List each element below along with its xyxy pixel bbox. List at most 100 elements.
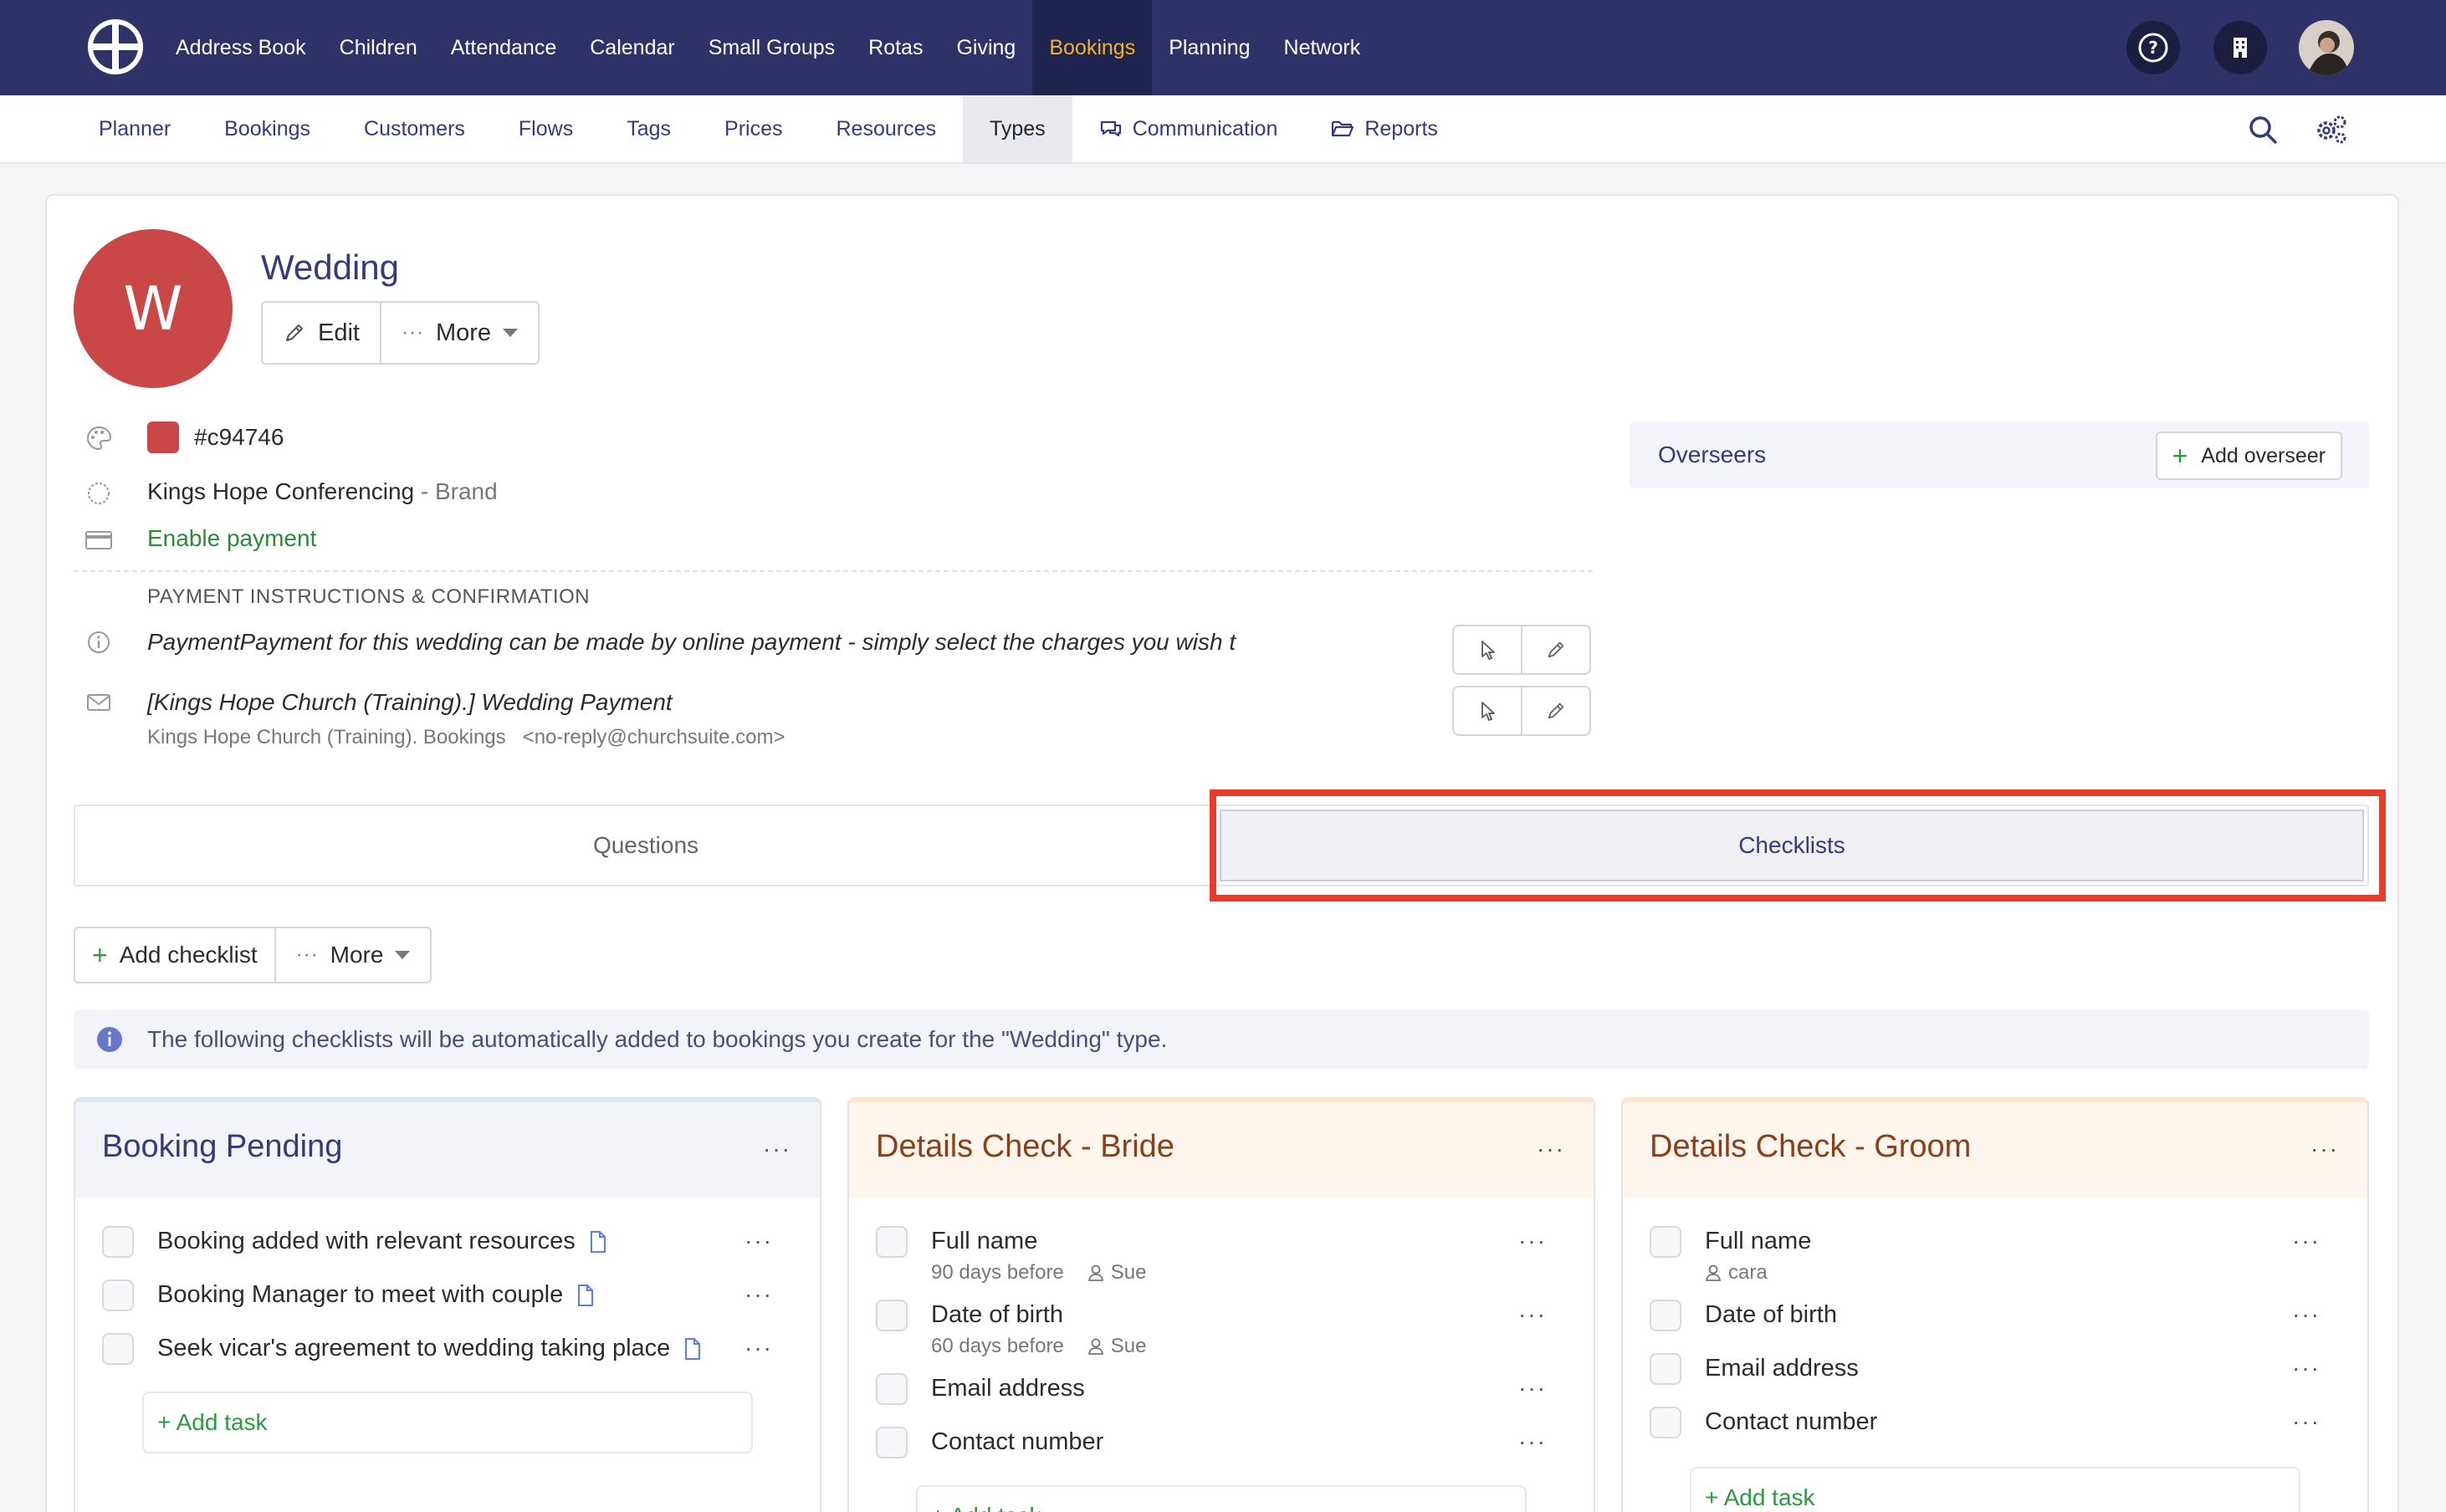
subnav-tags[interactable]: Tags <box>600 95 698 162</box>
pencil-icon <box>1548 641 1564 658</box>
enable-payment-link[interactable]: Enable payment <box>147 525 316 552</box>
palette-icon <box>87 426 112 451</box>
task-label: Email address <box>1705 1355 1859 1382</box>
info-alert: The following checklists will be automat… <box>74 1010 2369 1069</box>
preview-email-button[interactable] <box>1454 687 1521 734</box>
subnav-reports[interactable]: Reports <box>1304 95 1465 162</box>
nav-planning[interactable]: Planning <box>1152 0 1266 95</box>
task-label-row: Seek vicar's agreement to wedding taking… <box>157 1335 702 1362</box>
subnav-bookings[interactable]: Bookings <box>197 95 337 162</box>
task-menu-button[interactable]: ··· <box>1518 1301 1547 1328</box>
task-checkbox[interactable] <box>1650 1226 1681 1258</box>
add-task-button[interactable]: + Add task <box>916 1485 1527 1512</box>
task-assignee: Sue <box>1087 1261 1146 1285</box>
user-avatar[interactable] <box>2299 20 2354 75</box>
checklist-menu-button[interactable]: ··· <box>763 1136 791 1162</box>
task-meta: 90 days before Sue <box>931 1261 1146 1285</box>
preview-instructions-button[interactable] <box>1454 626 1521 673</box>
subnav-items: Planner Bookings Customers Flows Tags Pr… <box>72 95 1465 162</box>
email-actions <box>1452 686 1591 736</box>
task-label-row: Booking Manager to meet with couple <box>157 1281 595 1309</box>
more-button[interactable]: ··· More <box>379 303 538 363</box>
subnav-resources[interactable]: Resources <box>809 95 963 162</box>
nav-giving[interactable]: Giving <box>939 0 1032 95</box>
document-icon[interactable] <box>683 1337 702 1361</box>
overseers-label: Overseers <box>1658 442 1767 467</box>
task-menu-button[interactable]: ··· <box>2292 1301 2321 1328</box>
help-icon: ? <box>2138 33 2168 63</box>
nav-address-book[interactable]: Address Book <box>159 0 323 95</box>
checklist-toolbar: + Add checklist ··· More <box>74 927 432 983</box>
settings-gears-icon[interactable] <box>2314 112 2349 147</box>
checklist-more-button[interactable]: ··· More <box>274 928 431 982</box>
task-checkbox[interactable] <box>1650 1300 1681 1331</box>
nav-network[interactable]: Network <box>1267 0 1378 95</box>
nav-rotas[interactable]: Rotas <box>852 0 939 95</box>
brand-badge-icon <box>88 483 110 504</box>
nav-small-groups[interactable]: Small Groups <box>692 0 852 95</box>
ellipsis-icon: ··· <box>401 321 424 344</box>
task-checkbox[interactable] <box>1650 1407 1681 1438</box>
edit-email-button[interactable] <box>1521 687 1589 734</box>
nav-attendance[interactable]: Attendance <box>434 0 574 95</box>
info-circle-icon <box>88 631 110 653</box>
task-checkbox[interactable] <box>102 1280 134 1311</box>
subnav-planner[interactable]: Planner <box>72 95 197 162</box>
task-checkbox[interactable] <box>876 1226 908 1258</box>
task-checkbox[interactable] <box>876 1427 908 1458</box>
search-icon[interactable] <box>2245 112 2280 147</box>
email-address: <no-reply@churchsuite.com> <box>522 726 785 748</box>
overseers-panel: Overseers + Add overseer <box>1630 421 2369 488</box>
task-menu-button[interactable]: ··· <box>745 1228 773 1254</box>
task-menu-button[interactable]: ··· <box>745 1281 773 1308</box>
task-menu-button[interactable]: ··· <box>2292 1228 2321 1254</box>
document-icon[interactable] <box>576 1284 595 1307</box>
subnav-prices[interactable]: Prices <box>698 95 809 162</box>
task-menu-button[interactable]: ··· <box>1518 1428 1547 1455</box>
add-checklist-button[interactable]: + Add checklist <box>75 928 274 982</box>
task-checkbox[interactable] <box>102 1333 134 1365</box>
user-icon <box>1087 1338 1103 1355</box>
add-task-button[interactable]: + Add task <box>142 1392 753 1453</box>
task-menu-button[interactable]: ··· <box>1518 1375 1547 1402</box>
edit-instructions-button[interactable] <box>1521 626 1589 673</box>
task-label: Full name <box>1705 1228 1812 1254</box>
task-checkbox[interactable] <box>1650 1353 1681 1385</box>
subnav-customers[interactable]: Customers <box>337 95 492 162</box>
caret-down-icon <box>395 951 411 959</box>
edit-button[interactable]: Edit <box>263 303 380 363</box>
nav-bookings[interactable]: Bookings <box>1032 0 1153 95</box>
add-overseer-button[interactable]: + Add overseer <box>2155 432 2342 480</box>
top-navigation: Address Book Children Attendance Calenda… <box>0 0 2446 95</box>
subnav-flows[interactable]: Flows <box>492 95 600 162</box>
task-menu-button[interactable]: ··· <box>745 1335 773 1361</box>
checklist-header: Details Check - Groom ··· <box>1623 1102 2367 1198</box>
ellipsis-icon: ··· <box>295 943 319 966</box>
task-menu-button[interactable]: ··· <box>1518 1228 1547 1254</box>
nav-children[interactable]: Children <box>323 0 434 95</box>
task-meta: cara <box>1705 1261 1768 1285</box>
tab-questions[interactable]: Questions <box>75 806 1216 885</box>
info-icon <box>97 1027 122 1052</box>
user-photo-icon <box>2299 20 2354 75</box>
churchsuite-logo-icon[interactable] <box>87 18 144 75</box>
task-checkbox[interactable] <box>876 1300 908 1331</box>
nav-calendar[interactable]: Calendar <box>573 0 691 95</box>
organisation-button[interactable] <box>2213 21 2267 74</box>
checklist-header: Details Check - Bride ··· <box>849 1102 1594 1198</box>
task-label: Date of birth <box>931 1301 1063 1328</box>
subnav-communication[interactable]: Communication <box>1072 95 1305 162</box>
task-checkbox[interactable] <box>102 1226 134 1258</box>
checklist-menu-button[interactable]: ··· <box>1537 1136 1565 1162</box>
task-checkbox[interactable] <box>876 1373 908 1405</box>
subnav-types[interactable]: Types <box>962 95 1072 162</box>
add-task-button[interactable]: + Add task <box>1690 1467 2300 1512</box>
document-icon[interactable] <box>589 1230 607 1254</box>
type-actions: Edit ··· More <box>261 301 540 365</box>
subnav-reports-label: Reports <box>1364 116 1438 140</box>
user-icon <box>1705 1264 1722 1281</box>
checklist-menu-button[interactable]: ··· <box>2310 1136 2339 1162</box>
help-button[interactable]: ? <box>2126 21 2180 74</box>
task-menu-button[interactable]: ··· <box>2292 1355 2321 1382</box>
task-menu-button[interactable]: ··· <box>2292 1408 2321 1435</box>
